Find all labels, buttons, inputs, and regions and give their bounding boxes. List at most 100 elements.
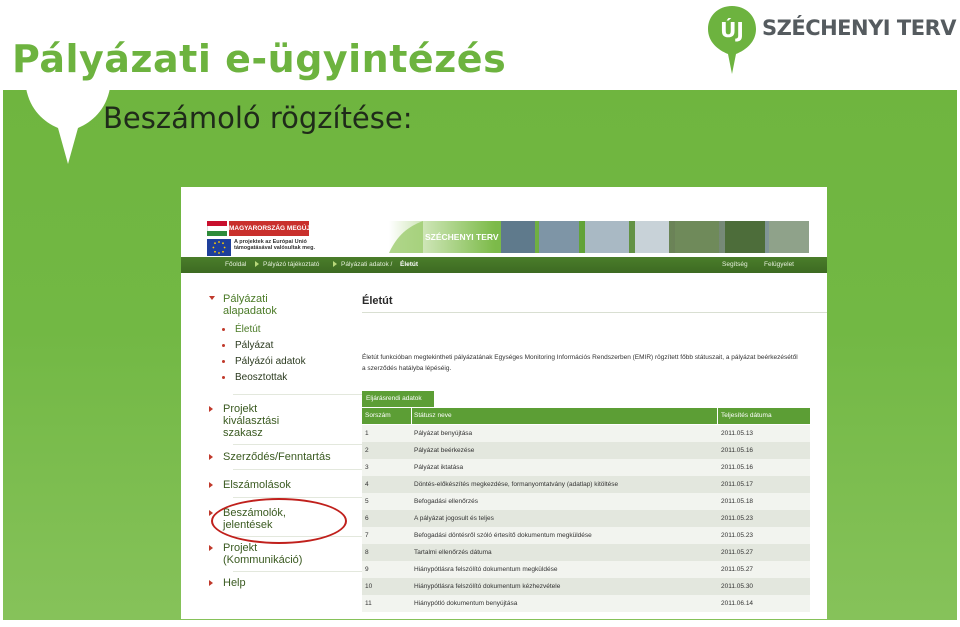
table-row: 6 A pályázat jogosult és teljes 2011.05.… [362,510,810,527]
portal-header: MAGYARORSZÁG MEGÚJUL A projektek az Euró… [181,187,827,260]
table-row: 11 Hiánypótló dokumentum benyújtása 2011… [362,595,810,612]
logo-mark: ÚJ [720,18,744,42]
expand-arrow-icon [209,296,215,300]
highlight-oval [211,498,347,544]
row-date: 2011.05.18 [721,498,754,505]
collapsed-arrow-icon [209,482,213,488]
sidebar-divider [233,444,373,445]
flag-label: MAGYARORSZÁG MEGÚJUL [229,221,309,236]
row-number: 5 [365,498,369,505]
banner-photo-person-5 [675,221,719,253]
table-row: 10 Hiánypótlásra felszólító dokumentum k… [362,578,810,595]
row-status: Befogadási ellenőrzés [414,498,478,505]
sidebar-item-communication[interactable]: Projekt (Kommunikáció) [223,542,319,566]
sidebar-subitem-palyazoi-adatok[interactable]: Pályázói adatok [235,356,306,368]
sidebar-divider [233,469,373,470]
row-status: Pályázat iktatása [414,464,464,471]
row-number: 11 [365,600,372,607]
nav-help-link[interactable]: Segítség [722,261,748,268]
row-status: Befogadási döntésről szóló értesítő doku… [414,532,592,539]
page-title: Életút [362,295,393,307]
row-status: Hiánypótlásra felszólító dokumentum kézh… [414,583,561,590]
row-date: 2011.05.13 [721,430,754,437]
row-number: 4 [365,481,369,488]
row-status: Tartalmi ellenőrzés dátuma [414,549,492,556]
table-header-row: Sorszám Státusz neve Teljesítés dátuma [362,408,810,424]
row-number: 8 [365,549,369,556]
row-number: 9 [365,566,369,573]
row-number: 10 [365,583,373,590]
slide-subtitle: Beszámoló rögzítése: [103,101,413,135]
collapsed-arrow-icon [209,580,213,586]
eu-support-text: A projektek az Európai Unió támogatásáva… [234,239,316,251]
row-number: 7 [365,532,369,539]
sidebar-menu: Pályázati alapadatok Életút Pályázat Pál… [207,291,373,619]
bullet-icon [222,344,225,347]
sidebar-divider [233,571,373,572]
portal-screenshot: MAGYARORSZÁG MEGÚJUL A projektek az Euró… [181,187,827,619]
breadcrumb-current: Életút [400,261,419,268]
logo-pin-icon: ÚJ [708,6,756,74]
flag-stripe-green [207,231,227,236]
row-date: 2011.05.16 [721,447,754,454]
sidebar-divider [233,394,373,395]
sidebar-item-contract[interactable]: Szerződés/Fenntartás [223,451,343,463]
header-number: Sorszám [365,412,391,419]
sidebar-subitem-eletut[interactable]: Életút [235,324,261,336]
bullet-icon [222,376,225,379]
table-row: 5 Befogadási ellenőrzés 2011.05.18 [362,493,810,510]
row-number: 6 [365,515,369,522]
sidebar-item-selection-phase[interactable]: Projekt kiválasztási szakasz [223,403,293,439]
szechenyi-terv-logo: ÚJ SZÉCHENYI TERV [706,4,957,76]
row-status: Pályázat beérkezése [414,447,475,454]
row-number: 1 [365,430,369,437]
column-divider [411,408,412,424]
banner-swoosh-icon [389,221,423,253]
collapsed-arrow-icon [209,545,213,551]
breadcrumb-applicant-info[interactable]: Pályázó tájékoztató [263,261,319,268]
row-status: A pályázat jogosult és teljes [414,515,494,522]
sidebar-item-help[interactable]: Help [223,577,303,589]
table-row: 1 Pályázat benyújtása 2011.05.13 [362,425,810,442]
szechenyi-banner: SZÉCHENYI TERV [389,221,809,253]
header-date: Teljesítés dátuma [721,412,772,419]
row-date: 2011.05.27 [721,549,754,556]
row-number: 2 [365,447,369,454]
title-divider [362,312,827,313]
row-status: Hiánypótlásra felszólító dokumentum megk… [414,566,558,573]
banner-photo-person-6 [725,221,765,253]
banner-photo-person-2 [539,221,579,253]
column-divider [717,408,718,424]
tab-procedure-data[interactable]: Eljárásrendi adatok [362,391,434,407]
table-row: 2 Pályázat beérkezése 2011.05.16 [362,442,810,459]
page-description: Életút funkcióban megtekintheti pályázat… [362,354,798,372]
breadcrumb-home[interactable]: Főoldal [225,261,246,268]
bullet-icon [222,360,225,363]
sidebar-item-application-basics[interactable]: Pályázati alapadatok [223,293,303,317]
collapsed-arrow-icon [209,406,213,412]
banner-photo-person-3 [585,221,629,253]
row-date: 2011.05.27 [721,566,754,573]
sidebar-subitem-beosztottak[interactable]: Beosztottak [235,372,287,384]
row-status: Hiánypótló dokumentum benyújtása [414,600,518,607]
sidebar-item-settlements[interactable]: Elszámolások [223,479,343,491]
breadcrumb-application-data[interactable]: Pályázati adatok / [341,261,392,268]
breadcrumb-arrow-icon [255,261,259,267]
breadcrumb-bar: Főoldal Pályázó tájékoztató Pályázati ad… [181,257,827,273]
slide-title: Pályázati e-ügyintézés [12,37,507,81]
table-row: 4 Döntés-előkészítés megkezdése, formany… [362,476,810,493]
table-row: 7 Befogadási döntésről szóló értesítő do… [362,527,810,544]
table-row: 3 Pályázat iktatása 2011.05.16 [362,459,810,476]
table-row: 8 Tartalmi ellenőrzés dátuma 2011.05.27 [362,544,810,561]
nav-supervision-link[interactable]: Felügyelet [764,261,794,268]
collapsed-arrow-icon [209,454,213,460]
banner-photo-person-7 [769,221,809,253]
hungary-flag-block: MAGYARORSZÁG MEGÚJUL A projektek az Euró… [207,221,317,257]
table-row: 9 Hiánypótlásra felszólító dokumentum me… [362,561,810,578]
row-date: 2011.05.17 [721,481,754,488]
row-status: Pályázat benyújtása [414,430,473,437]
header-status: Státusz neve [414,412,452,419]
banner-photo-person-1 [501,221,535,253]
eu-flag-icon [207,239,231,256]
sidebar-subitem-palyazat[interactable]: Pályázat [235,340,273,352]
